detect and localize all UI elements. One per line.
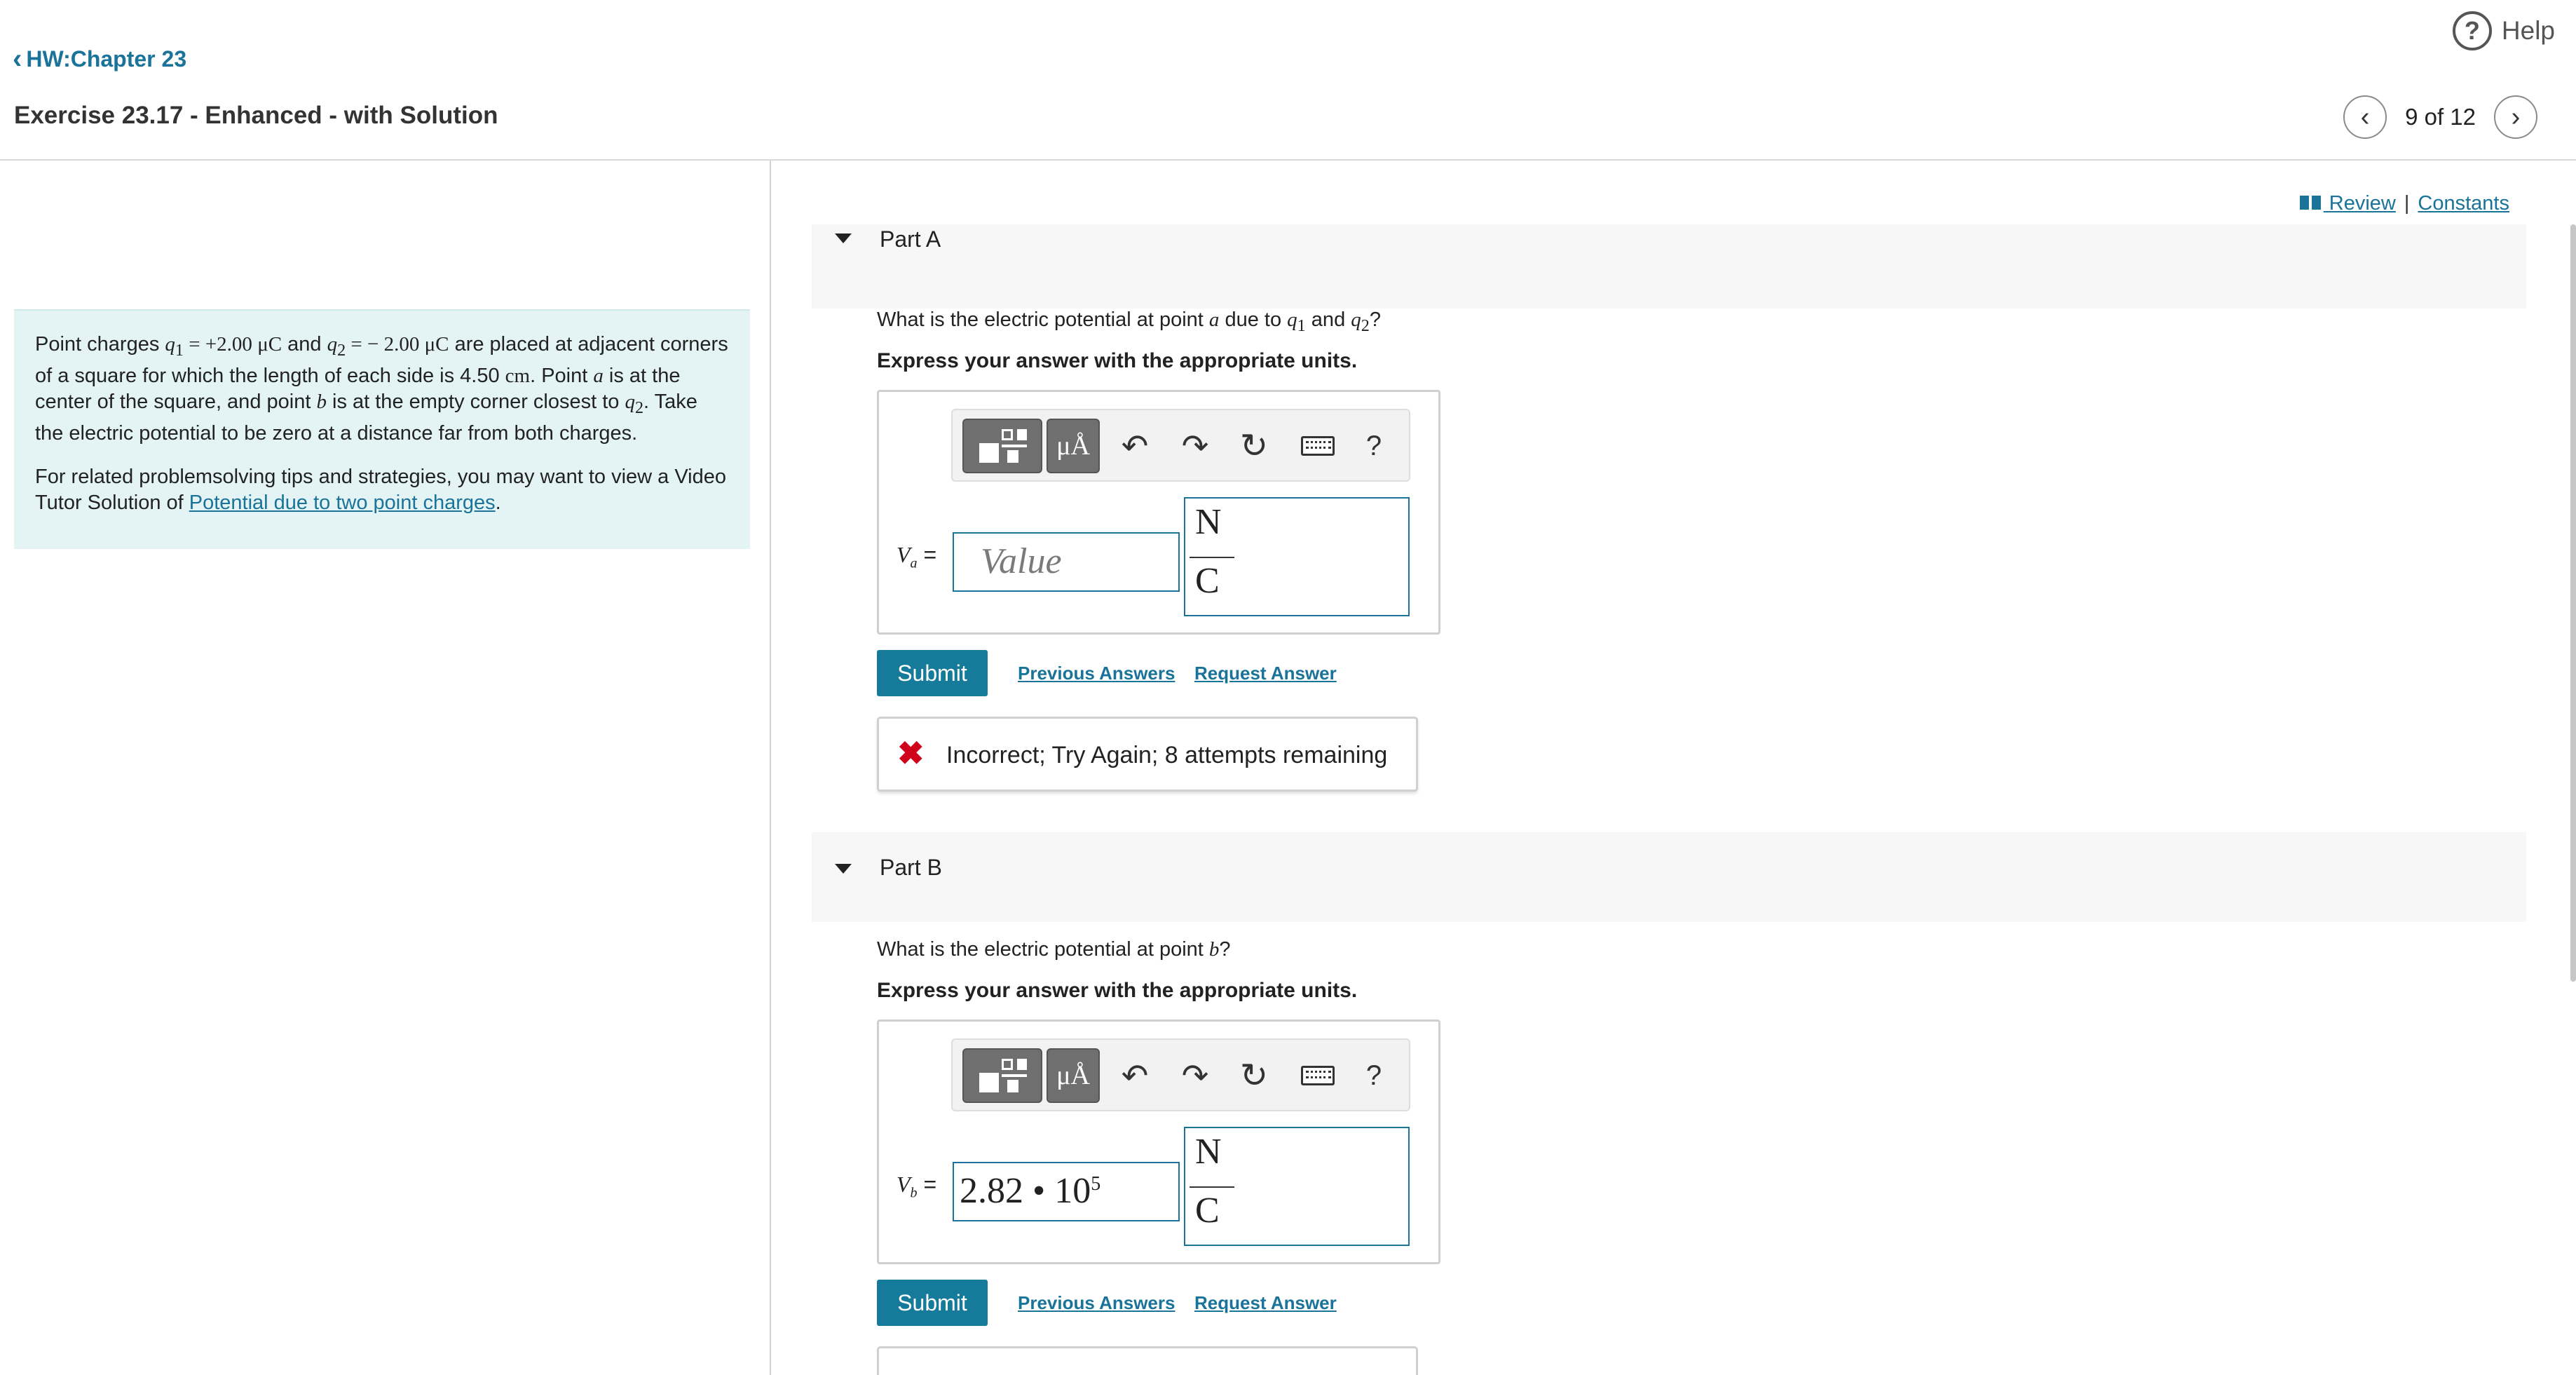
- redo-icon[interactable]: ↷: [1174, 419, 1216, 473]
- part-b-title: Part B: [880, 855, 942, 880]
- templates-button[interactable]: [962, 419, 1042, 473]
- reset-icon[interactable]: ↻: [1233, 1048, 1275, 1103]
- keyboard-icon: [1301, 436, 1335, 456]
- undo-icon[interactable]: ↶: [1114, 1048, 1156, 1103]
- help-link[interactable]: ? Help: [2452, 11, 2555, 50]
- keyboard-shortcuts-button[interactable]: [1293, 419, 1342, 473]
- value-input[interactable]: Value: [953, 532, 1180, 592]
- next-item-button[interactable]: ›: [2494, 95, 2537, 139]
- resource-links: Review | Constants: [2299, 192, 2509, 215]
- collapse-icon: [835, 864, 852, 874]
- part-b-question: What is the electric potential at point …: [877, 938, 1231, 961]
- unit-numerator: N: [1195, 502, 1222, 542]
- keyboard-shortcuts-button[interactable]: [1293, 1048, 1342, 1103]
- value-exponent: 5: [1091, 1173, 1101, 1195]
- page-title: Exercise 23.17 - Enhanced - with Solutio…: [14, 102, 498, 129]
- problem-statement: Point charges q1 = +2.00 μC and q2 = − 2…: [14, 309, 750, 549]
- collapse-icon: [835, 233, 852, 243]
- previous-answers-link[interactable]: Previous Answers: [1018, 663, 1175, 684]
- back-link[interactable]: ‹ HW:Chapter 23: [13, 45, 186, 73]
- units-button[interactable]: μÅ: [1047, 419, 1100, 473]
- toolbar-help-button[interactable]: ?: [1356, 1048, 1391, 1103]
- redo-icon[interactable]: ↷: [1174, 1048, 1216, 1103]
- part-b-header[interactable]: Part B: [812, 832, 2526, 922]
- chevron-left-icon: ‹: [13, 43, 22, 74]
- units-input[interactable]: N C: [1184, 497, 1410, 616]
- value-input[interactable]: 2.82 • 105: [953, 1162, 1180, 1221]
- unit-denominator: C: [1195, 1191, 1220, 1231]
- tips-text: For related problemsolving tips and stra…: [35, 465, 726, 514]
- feedback-message: ✖ Incorrect; Try Again; 8 attempts remai…: [877, 717, 1418, 792]
- unit-numerator: N: [1195, 1132, 1222, 1172]
- prev-item-button[interactable]: ‹: [2343, 95, 2387, 139]
- submit-button[interactable]: Submit: [877, 1280, 988, 1326]
- part-a-header[interactable]: Part A: [812, 224, 2526, 309]
- part-b-answer-box: μÅ ↶ ↷ ↻ ? Vb = 2.82 • 105 N C: [877, 1020, 1440, 1264]
- help-icon: ?: [2452, 11, 2492, 50]
- math-toolbar: μÅ ↶ ↷ ↻ ?: [951, 1038, 1410, 1111]
- fraction-bar: [1190, 1186, 1234, 1188]
- problem-text: Point charges q1 = +2.00 μC and q2 = − 2…: [35, 333, 728, 445]
- templates-icon: [978, 428, 1027, 464]
- fraction-bar: [1190, 557, 1234, 558]
- constants-link[interactable]: Constants: [2418, 192, 2509, 215]
- templates-button[interactable]: [962, 1048, 1042, 1103]
- units-input[interactable]: N C: [1184, 1127, 1410, 1246]
- video-tutor-link[interactable]: Potential due to two point charges: [189, 492, 496, 514]
- back-label: HW:Chapter 23: [26, 46, 187, 72]
- incorrect-icon: ✖: [897, 735, 925, 771]
- submit-button[interactable]: Submit: [877, 650, 988, 696]
- answer-variable-label: Va =: [897, 542, 937, 571]
- math-toolbar: μÅ ↶ ↷ ↻ ?: [951, 409, 1410, 482]
- panel-divider: [770, 161, 771, 1375]
- request-answer-link[interactable]: Request Answer: [1194, 1292, 1337, 1314]
- header: ? Help ‹ HW:Chapter 23 Exercise 23.17 - …: [0, 0, 2576, 161]
- separator: |: [2404, 192, 2410, 215]
- toolbar-help-button[interactable]: ?: [1356, 419, 1391, 473]
- keyboard-icon: [1301, 1066, 1335, 1085]
- pager-label: 9 of 12: [2405, 104, 2476, 130]
- scrollbar[interactable]: [2570, 224, 2576, 982]
- templates-icon: [978, 1057, 1027, 1094]
- part-b-instructions: Express your answer with the appropriate…: [877, 979, 1358, 1002]
- feedback-message: [877, 1346, 1418, 1375]
- pager: ‹ 9 of 12 ›: [2343, 95, 2537, 139]
- request-answer-link[interactable]: Request Answer: [1194, 663, 1337, 684]
- help-label: Help: [2501, 16, 2555, 45]
- previous-answers-link[interactable]: Previous Answers: [1018, 1292, 1175, 1314]
- part-a-question: What is the electric potential at point …: [877, 309, 1381, 335]
- undo-icon[interactable]: ↶: [1114, 419, 1156, 473]
- reset-icon[interactable]: ↻: [1233, 419, 1275, 473]
- part-a-instructions: Express your answer with the appropriate…: [877, 349, 1358, 372]
- value-mantissa: 2.82 • 10: [960, 1171, 1091, 1211]
- book-icon: [2299, 196, 2321, 210]
- units-button[interactable]: μÅ: [1047, 1048, 1100, 1103]
- review-link[interactable]: Review: [2299, 192, 2396, 215]
- unit-denominator: C: [1195, 561, 1220, 601]
- feedback-text: Incorrect; Try Again; 8 attempts remaini…: [946, 742, 1388, 768]
- answer-variable-label: Vb =: [897, 1172, 937, 1201]
- part-a-answer-box: μÅ ↶ ↷ ↻ ? Va = Value N C: [877, 390, 1440, 635]
